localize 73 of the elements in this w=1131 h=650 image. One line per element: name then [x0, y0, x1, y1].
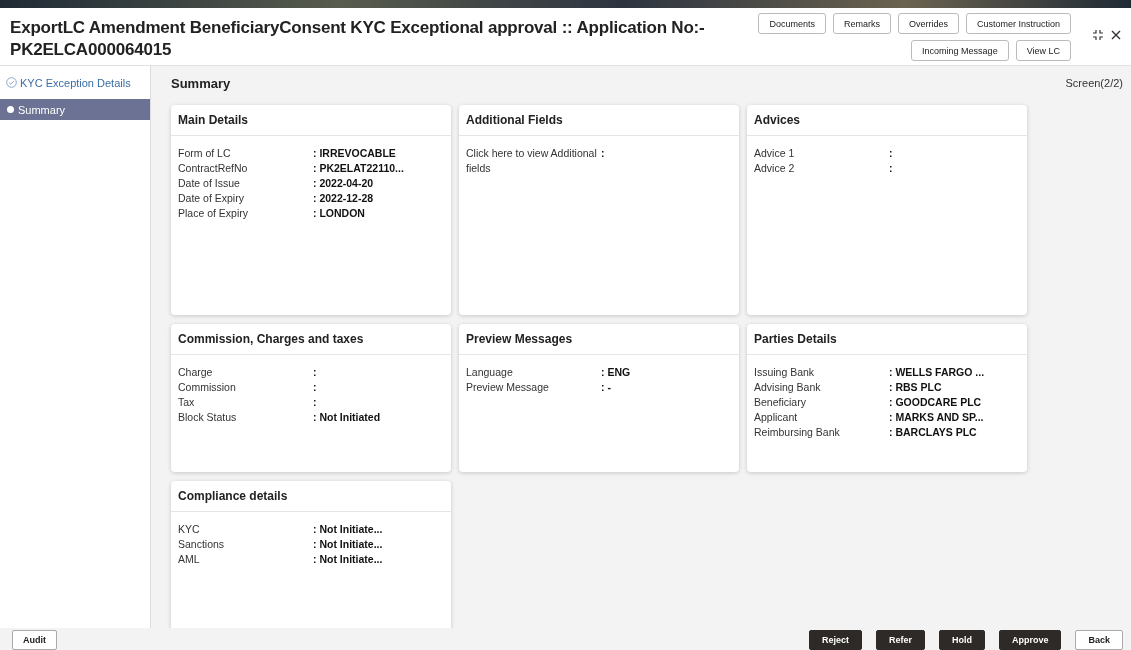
- card-title: Parties Details: [747, 324, 1027, 355]
- field-label: Beneficiary: [754, 395, 807, 410]
- field-value: :: [313, 365, 318, 380]
- field-value: : 2022-12-28: [313, 191, 375, 206]
- field-label: Click here to view Additional fields: [466, 146, 598, 176]
- field-label: Applicant: [754, 410, 799, 425]
- card-title: Main Details: [171, 105, 451, 136]
- header-button[interactable]: View LC: [1015, 40, 1071, 61]
- header-button[interactable]: Overrides: [897, 13, 959, 34]
- sidebar-item[interactable]: KYC Exception Details: [0, 72, 150, 93]
- field-label: Block Status: [178, 410, 238, 425]
- field-label: Commission: [178, 380, 237, 395]
- field-label: Preview Message: [466, 380, 550, 395]
- field-label: KYC: [178, 522, 201, 537]
- field-value: : BARCLAYS PLC: [889, 425, 978, 440]
- step-dot-icon: [6, 105, 15, 114]
- card-title: Commission, Charges and taxes: [171, 324, 451, 355]
- field-label: Language: [466, 365, 514, 380]
- field-value: : LONDON: [313, 206, 366, 221]
- audit-button[interactable]: Audit: [12, 630, 57, 650]
- header-button[interactable]: Incoming Message: [911, 40, 1009, 61]
- field-label: Issuing Bank: [754, 365, 816, 380]
- action-button[interactable]: Hold: [938, 630, 985, 650]
- field-label: Charge: [178, 365, 214, 380]
- action-button[interactable]: Reject: [808, 630, 862, 650]
- field-value: : RBS PLC: [889, 380, 943, 395]
- card-title: Advices: [747, 105, 1027, 136]
- field-value: : Not Initiate...: [313, 552, 384, 567]
- page-title: ExportLC Amendment BeneficiaryConsent KYC Exceptional approval :: Application No:-: [10, 18, 706, 38]
- field-value: :: [889, 146, 894, 161]
- field-label: Place of Expiry: [178, 206, 250, 221]
- screen-indicator: Screen(2/2): [1065, 77, 1123, 89]
- field-value: :: [313, 380, 318, 395]
- action-button[interactable]: Back: [1075, 630, 1123, 650]
- field-value: :: [889, 161, 894, 176]
- sidebar-item[interactable]: Summary: [0, 99, 150, 120]
- action-button[interactable]: Approve: [998, 630, 1062, 650]
- field-value: :: [313, 395, 318, 410]
- field-value: : Not Initiate...: [313, 537, 384, 552]
- field-label: Advising Bank: [754, 380, 822, 395]
- field-label: Tax: [178, 395, 196, 410]
- header-button[interactable]: Customer Instruction: [965, 13, 1071, 34]
- field-value: : PK2ELAT22110...: [313, 161, 405, 176]
- field-label: Reimbursing Bank: [754, 425, 841, 440]
- field-value: : GOODCARE PLC: [889, 395, 983, 410]
- field-value: : Not Initiated: [313, 410, 382, 425]
- field-value: : WELLS FARGO ...: [889, 365, 986, 380]
- field-label: Sanctions: [178, 537, 226, 552]
- action-button[interactable]: Refer: [875, 630, 925, 650]
- field-label: Date of Expiry: [178, 191, 245, 206]
- application-number: PK2ELCA000064015: [10, 40, 173, 60]
- field-label: ContractRefNo: [178, 161, 249, 176]
- field-value: : IRREVOCABLE: [313, 146, 397, 161]
- field-value: : ENG: [601, 365, 632, 380]
- field-label: Advice 1: [754, 146, 796, 161]
- field-label: AML: [178, 552, 201, 567]
- field-label: Date of Issue: [178, 176, 241, 191]
- header-button[interactable]: Documents: [758, 13, 826, 34]
- field-value: :: [601, 146, 606, 161]
- card-title: Additional Fields: [459, 105, 739, 136]
- card-title: Compliance details: [171, 481, 451, 512]
- header-button[interactable]: Remarks: [832, 13, 891, 34]
- check-circle-icon: [6, 77, 17, 88]
- field-value: : Not Initiate...: [313, 522, 384, 537]
- field-value: : 2022-04-20: [313, 176, 375, 191]
- field-value: : MARKS AND SP...: [889, 410, 985, 425]
- field-value: : -: [601, 380, 612, 395]
- collapse-icon[interactable]: [1093, 30, 1103, 40]
- field-label: Form of LC: [178, 146, 232, 161]
- field-label: Advice 2: [754, 161, 796, 176]
- close-icon[interactable]: [1111, 30, 1121, 40]
- card-title: Preview Messages: [459, 324, 739, 355]
- section-title: Summary: [171, 75, 231, 91]
